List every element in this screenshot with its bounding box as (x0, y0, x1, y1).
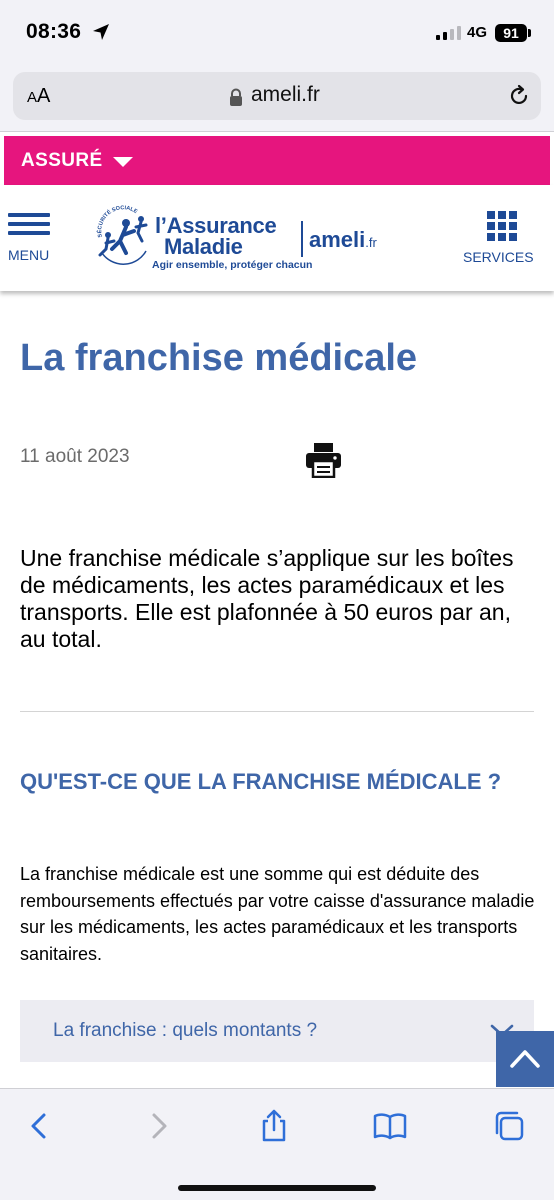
battery-level: 91 (503, 25, 519, 41)
grid-icon (487, 211, 517, 241)
caret-down-icon (113, 157, 133, 167)
share-icon[interactable] (257, 1109, 291, 1143)
battery-tip (528, 29, 531, 37)
logo-separator (301, 221, 303, 257)
services-button[interactable]: SERVICES (460, 211, 544, 271)
text-size-button[interactable]: AA (27, 85, 50, 108)
accordion-label: La franchise : quels montants ? (53, 1020, 318, 1041)
url-text[interactable]: ameli.fr (251, 83, 320, 107)
site-header: MENU SÉCURITÉ SOCIALE l’Assurance Maladi… (0, 185, 554, 291)
ameli-label: ameli (309, 227, 366, 252)
assurance-maladie-logo-icon[interactable]: SÉCURITÉ SOCIALE (96, 205, 152, 265)
services-label: SERVICES (463, 249, 534, 265)
ameli-suffix: .fr (365, 235, 377, 250)
section-title: QU'EST-CE QUE LA FRANCHISE MÉDICALE ? (20, 769, 502, 794)
forward-icon[interactable] (142, 1109, 176, 1143)
chevron-up-icon (510, 1050, 540, 1068)
home-indicator (178, 1185, 376, 1191)
ameli-logo[interactable]: ameli.fr (309, 227, 377, 253)
assure-dropdown[interactable]: ASSURÉ (4, 136, 550, 185)
section-text: La franchise médicale est une somme qui … (20, 864, 535, 964)
logo-tagline: Agir ensemble, protéger chacun (152, 259, 313, 271)
page-title: La franchise médicale (20, 337, 418, 379)
status-time: 08:36 (26, 20, 82, 43)
bookmarks-icon[interactable] (373, 1109, 407, 1143)
divider (20, 711, 534, 712)
signal-icon (436, 26, 461, 40)
scroll-to-top-button[interactable] (496, 1031, 554, 1087)
status-bar: 08:36 4G 91 (0, 0, 554, 64)
article-intro: Une franchise médicale s’applique sur le… (20, 545, 514, 652)
battery-icon: 91 (495, 24, 527, 42)
browser-toolbar (0, 1088, 554, 1200)
address-bar[interactable]: AA ameli.fr (13, 72, 541, 120)
location-arrow-icon (93, 24, 109, 40)
print-icon[interactable] (305, 443, 342, 478)
lock-icon (230, 88, 242, 106)
network-type: 4G (467, 24, 488, 41)
accordion-montants[interactable]: La franchise : quels montants ? (20, 1000, 534, 1062)
tabs-icon[interactable] (492, 1109, 526, 1143)
menu-label: MENU (8, 247, 50, 263)
logo-text-line2: Maladie (164, 234, 243, 259)
menu-button[interactable]: MENU (6, 213, 54, 265)
browser-top-bar: AA ameli.fr (0, 64, 554, 132)
article-date: 11 août 2023 (20, 446, 130, 467)
back-icon[interactable] (22, 1109, 56, 1143)
assure-label: ASSURÉ (21, 150, 103, 171)
reload-icon[interactable] (507, 84, 531, 108)
